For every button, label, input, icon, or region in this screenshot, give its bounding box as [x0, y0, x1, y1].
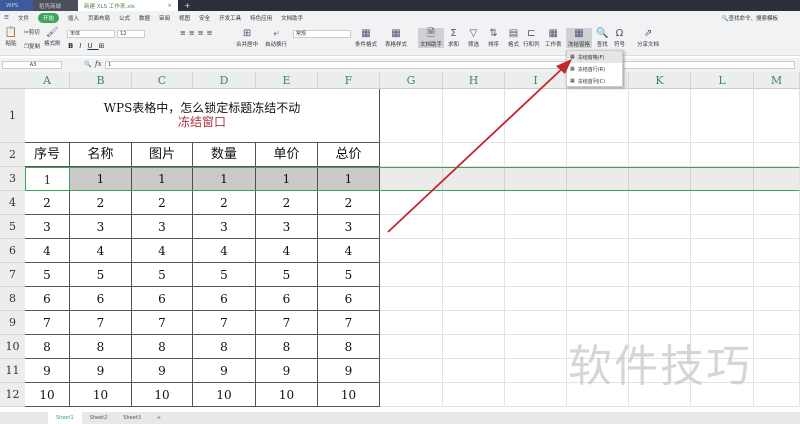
sheet-tab-1[interactable]: Sheet1 — [48, 412, 82, 424]
add-sheet-button[interactable]: + — [149, 412, 169, 424]
watermark: 软件技巧 — [568, 341, 752, 392]
sheet-tab-2[interactable]: Sheet2 — [82, 412, 116, 424]
sheet-tabs: Sheet1 Sheet2 Sheet3 + — [0, 412, 800, 424]
sheet-tab-3[interactable]: Sheet3 — [115, 412, 149, 424]
